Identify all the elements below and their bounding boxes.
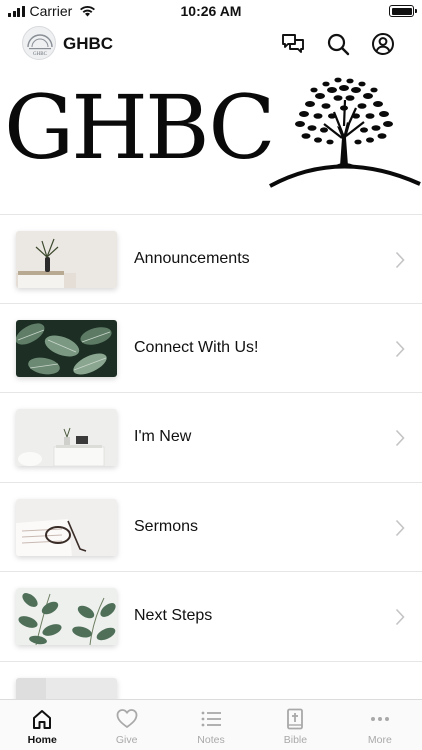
list-item-im-new[interactable]: I'm New xyxy=(0,393,422,483)
profile-icon xyxy=(372,33,394,55)
more-icon xyxy=(370,717,389,721)
battery-fill xyxy=(391,7,412,15)
list-item-next-steps[interactable]: Next Steps xyxy=(0,572,422,662)
tab-bible[interactable]: Bible xyxy=(253,700,337,750)
menu-list: Announcements Connect With Us! I'm New S… xyxy=(0,214,422,750)
chat-icon xyxy=(282,34,304,53)
list-item-label: Sermons xyxy=(134,517,199,535)
bible-icon xyxy=(287,708,304,730)
list-item-label: Connect With Us! xyxy=(134,338,259,356)
tree-logo-icon xyxy=(269,77,421,188)
battery-icon xyxy=(389,5,417,17)
profile-button[interactable] xyxy=(370,31,396,57)
list-item-sermons[interactable]: Sermons xyxy=(0,483,422,572)
chevron-right-icon xyxy=(395,251,405,269)
tab-label: Notes xyxy=(197,734,225,746)
announcements-thumbnail xyxy=(16,231,117,288)
tab-give[interactable]: Give xyxy=(84,700,168,750)
church-banner: GHBC xyxy=(0,70,422,210)
list-item-connect[interactable]: Connect With Us! xyxy=(0,304,422,393)
tab-label: Bible xyxy=(283,734,308,746)
sermons-thumbnail xyxy=(16,498,117,556)
tab-home[interactable]: Home xyxy=(0,700,84,750)
tab-bar: Home Give Notes Bible More xyxy=(0,699,422,750)
chevron-right-icon xyxy=(395,608,405,626)
list-icon xyxy=(201,711,222,727)
next-steps-thumbnail xyxy=(16,588,117,645)
list-item-label: Next Steps xyxy=(134,607,213,624)
chevron-right-icon xyxy=(395,340,405,357)
tab-more[interactable]: More xyxy=(338,700,422,750)
list-item-label: I'm New xyxy=(134,428,192,445)
church-logo-icon: GHBC xyxy=(27,34,53,57)
app-logo[interactable]: GHBC xyxy=(22,26,56,60)
search-button[interactable] xyxy=(325,31,351,57)
app-title: GHBC xyxy=(63,34,114,53)
list-item-label: Announcements xyxy=(134,250,250,267)
im-new-thumbnail xyxy=(16,409,117,466)
home-icon xyxy=(33,710,52,729)
tab-label: Home xyxy=(27,734,57,746)
connect-thumbnail xyxy=(16,319,117,377)
tab-label: Give xyxy=(115,734,138,746)
tab-label: More xyxy=(367,734,392,746)
search-icon xyxy=(327,33,350,56)
status-bar: Carrier 10:26 AM xyxy=(0,0,422,22)
svg-text:GHBC: GHBC xyxy=(33,52,48,57)
heart-icon xyxy=(116,709,138,728)
chevron-right-icon xyxy=(395,519,405,536)
chevron-right-icon xyxy=(395,429,405,447)
app-header: GHBC GHBC xyxy=(0,24,422,64)
list-item-announcements[interactable]: Announcements xyxy=(0,214,422,304)
tab-notes[interactable]: Notes xyxy=(169,700,253,750)
status-time: 10:26 AM xyxy=(180,3,242,19)
banner-title: GHBC xyxy=(4,76,276,179)
chat-button[interactable] xyxy=(280,31,306,57)
